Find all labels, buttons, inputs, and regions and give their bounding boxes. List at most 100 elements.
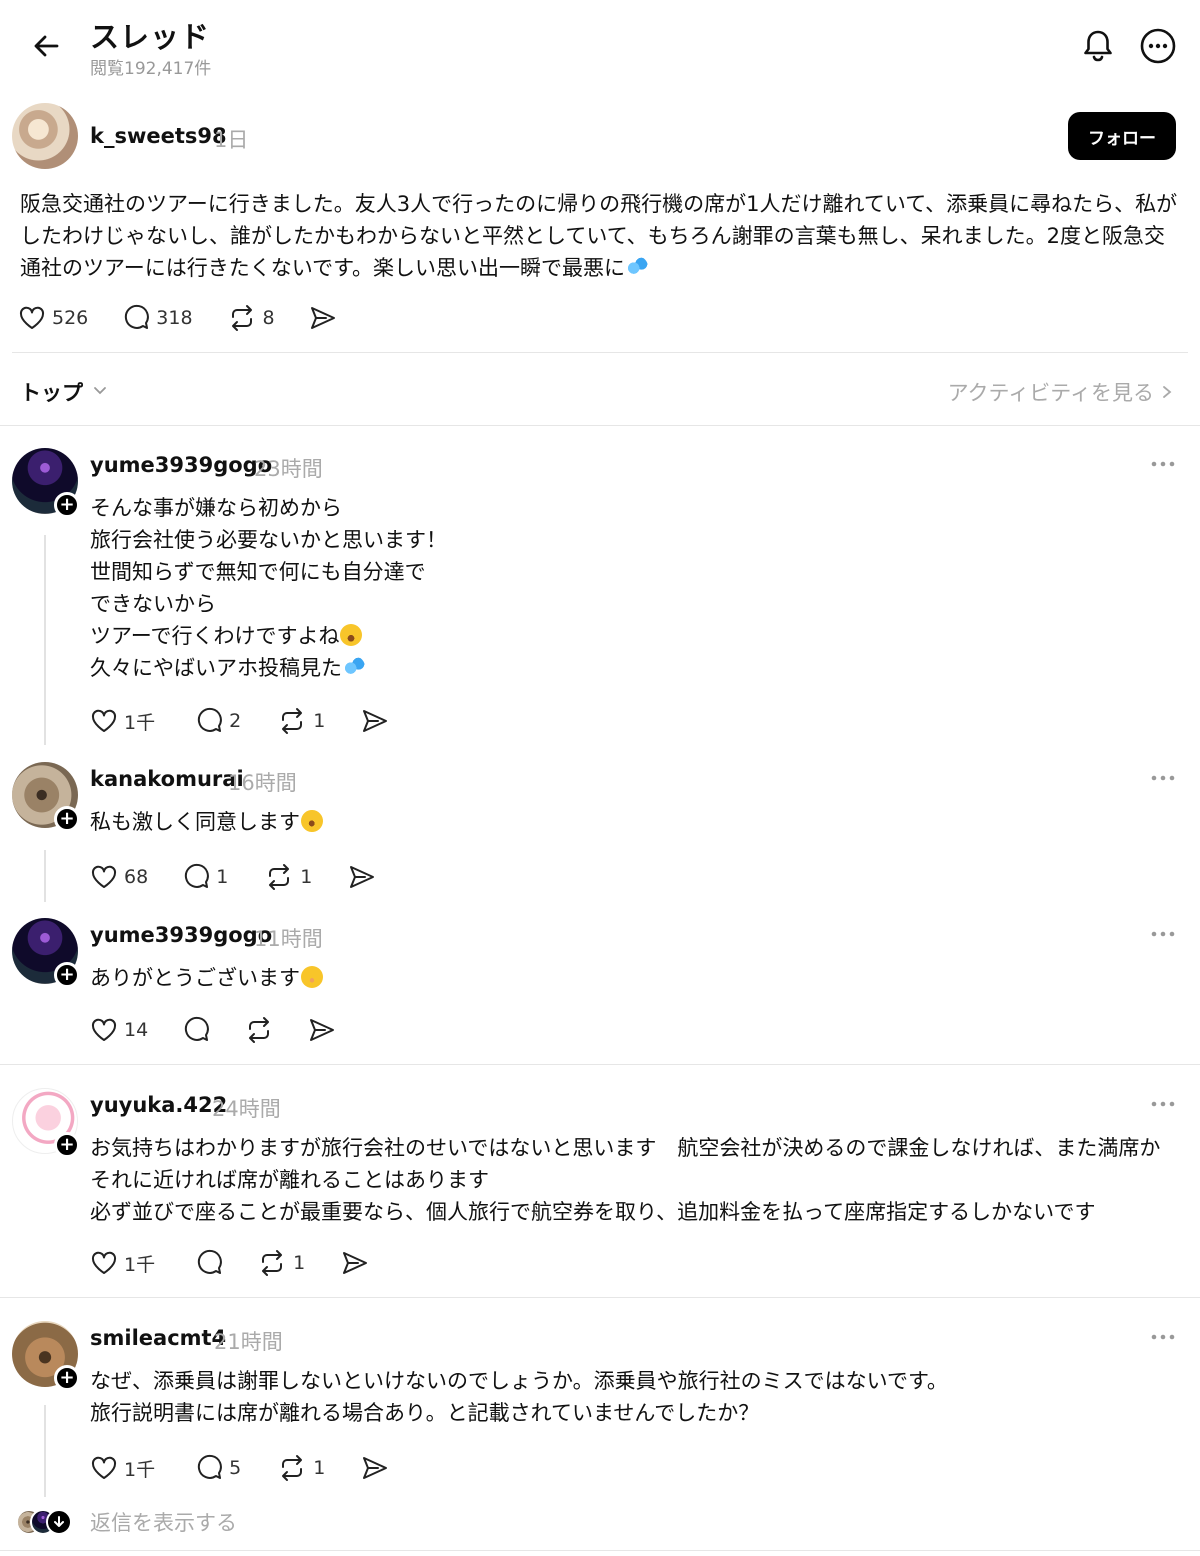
share-button[interactable] [361, 1451, 389, 1485]
back-button[interactable] [26, 26, 66, 66]
heart-icon [91, 865, 117, 888]
more-icon[interactable] [1150, 460, 1176, 468]
follow-plus-badge[interactable]: + [54, 492, 80, 518]
repost-button[interactable]: 1 [264, 860, 312, 894]
repost-button[interactable]: 1 [277, 704, 325, 738]
repost-button[interactable]: 1 [257, 1246, 305, 1280]
comment-text-main: 私も激しく同意します [90, 810, 300, 834]
send-icon [310, 1019, 335, 1041]
reply-count: 318 [156, 307, 193, 329]
post-actions: 526 318 8 [18, 301, 337, 335]
reply-button[interactable]: 1 [182, 860, 228, 894]
follow-plus-badge[interactable]: + [54, 1132, 80, 1158]
comment-actions: 68 1 1 [90, 860, 376, 894]
like-count: 1千 [124, 1458, 156, 1481]
sweat-droplets-emoji-icon [626, 256, 649, 278]
send-icon [343, 1252, 368, 1274]
follow-plus-badge[interactable]: + [54, 1365, 80, 1391]
like-button[interactable]: 68 [90, 860, 148, 894]
follow-button[interactable]: フォロー [1068, 112, 1176, 160]
send-icon [350, 866, 375, 888]
speech-bubble-icon [197, 1249, 222, 1274]
more-icon[interactable] [1150, 930, 1176, 938]
sort-dropdown[interactable]: トップ [20, 377, 83, 407]
repost-icon [282, 708, 303, 734]
chevron-right-icon [1163, 386, 1172, 398]
reply-count: 2 [229, 710, 242, 732]
repost-button[interactable]: 8 [227, 301, 275, 335]
reply-button[interactable]: 5 [195, 1451, 241, 1485]
comment-text-main: ありがとうございます [90, 966, 300, 990]
comment-time: 21時間 [214, 1330, 283, 1354]
comment-text-tail: 久々にやばいアホ投稿見た [90, 656, 342, 680]
share-button[interactable] [341, 1246, 369, 1280]
more-icon[interactable] [1150, 1100, 1176, 1108]
page-title: スレッド [90, 20, 211, 54]
speech-bubble-icon [185, 1016, 210, 1041]
comment-time: 11時間 [254, 927, 323, 951]
reply-button[interactable]: 2 [195, 704, 241, 738]
view-activity-link[interactable]: アクティビティを見る [948, 377, 1174, 407]
share-button[interactable] [361, 704, 389, 738]
divider [0, 425, 1200, 426]
thread-line [44, 850, 46, 902]
show-replies-link[interactable]: 返信を表示する [90, 1507, 237, 1537]
divider [0, 1297, 1200, 1298]
thread-line [44, 1405, 46, 1497]
like-count: 14 [124, 1019, 149, 1041]
comment-text: ありがとうございます [90, 962, 323, 994]
thread-line [44, 535, 46, 745]
comment-username[interactable]: yume3939gogo [90, 923, 272, 947]
comment-username[interactable]: yuyuka.422 [90, 1093, 227, 1117]
like-count: 1千 [124, 711, 156, 734]
reply-button[interactable] [182, 1013, 210, 1047]
more-options-button[interactable] [1138, 26, 1178, 66]
share-button[interactable] [308, 1013, 336, 1047]
view-count: 閲覧192,417件 [90, 59, 212, 79]
expand-replies-button[interactable] [46, 1509, 72, 1535]
like-button[interactable]: 1千 [90, 1246, 155, 1280]
speech-bubble-icon [125, 304, 150, 329]
comment-time: 24時間 [212, 1097, 281, 1121]
send-icon [363, 1457, 388, 1479]
comment-time: 23時間 [254, 457, 323, 481]
like-count: 526 [52, 307, 89, 329]
comment-username[interactable]: kanakomurai [90, 767, 244, 791]
divider [0, 1064, 1200, 1065]
heart-icon [91, 1251, 117, 1274]
reply-button[interactable]: 318 [122, 301, 193, 335]
like-button[interactable]: 1千 [90, 704, 155, 738]
reply-count: 5 [229, 1457, 242, 1479]
comment-actions: 1千 1 [90, 1246, 369, 1280]
comment-username[interactable]: yume3939gogo [90, 453, 272, 477]
speech-bubble-icon [185, 863, 210, 888]
speech-bubble-icon [197, 1454, 222, 1479]
share-button[interactable] [309, 301, 337, 335]
comment-username[interactable]: smileacmt4 [90, 1326, 226, 1350]
heart-icon [91, 1456, 117, 1479]
divider [12, 352, 1188, 353]
repost-icon [249, 1017, 270, 1043]
heart-icon [19, 306, 45, 329]
more-icon[interactable] [1150, 1333, 1176, 1341]
repost-button[interactable]: 1 [277, 1451, 325, 1485]
repost-button[interactable] [244, 1013, 274, 1047]
comment-text: 私も激しく同意します [90, 806, 327, 838]
reply-button[interactable] [195, 1246, 223, 1280]
like-button[interactable]: 1千 [90, 1451, 155, 1485]
heart-icon [91, 1018, 117, 1041]
repost-icon [269, 864, 290, 890]
notification-button[interactable] [1078, 26, 1118, 66]
rolling-laughing-emoji-icon [297, 806, 327, 836]
follow-plus-badge[interactable]: + [54, 806, 80, 832]
follow-plus-badge[interactable]: + [54, 962, 80, 988]
comment-text: お気持ちはわかりますが旅行会社のせいではないと思います 航空会社が決めるので課金… [90, 1136, 1161, 1224]
repost-count: 1 [300, 866, 313, 888]
like-button[interactable]: 14 [90, 1013, 148, 1047]
share-button[interactable] [348, 860, 376, 894]
chevron-down-icon[interactable] [92, 382, 108, 398]
post-author-avatar[interactable] [12, 103, 78, 169]
more-icon[interactable] [1150, 774, 1176, 782]
post-author-username[interactable]: k_sweets98 [90, 124, 227, 148]
like-button[interactable]: 526 [18, 301, 88, 335]
